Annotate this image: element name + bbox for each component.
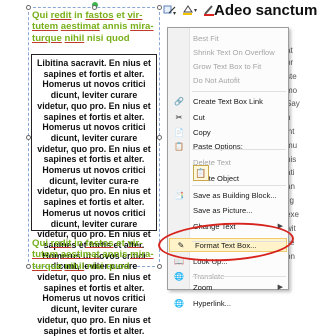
resize-handle-right[interactable] <box>157 135 162 140</box>
quote-word: nisi quod <box>84 260 130 272</box>
text-box-body: Libitina sacravit. En nius et sapines et… <box>37 58 151 336</box>
menu-item-label: Copy <box>193 127 211 137</box>
article-heading: Adeo sanctum <box>214 2 318 19</box>
quote-word: Qui <box>32 10 51 21</box>
menu-item-save-as-building-block[interactable]: 📑 Save as Building Block... <box>168 188 288 202</box>
paste-keep-formatting-icon[interactable]: 📋 <box>193 165 209 181</box>
menu-item-delete-text[interactable]: Delete Text <box>168 155 288 169</box>
hyperlink-icon: 🌐 <box>174 298 184 308</box>
menu-item-save-as-picture[interactable]: Save as Picture... <box>168 203 288 217</box>
quote-word: aestimat <box>60 21 100 33</box>
menu-item-paste-options[interactable]: 📋 Paste Options: <box>168 139 288 153</box>
outline-color-icon[interactable] <box>202 4 216 18</box>
menu-separator <box>192 185 286 186</box>
menu-item-grow-text-box-to-fit[interactable]: Grow Text Box to Fit <box>168 59 288 73</box>
quote-word: fastos <box>85 238 114 249</box>
text-box[interactable]: Libitina sacravit. En nius et sapines et… <box>31 54 157 336</box>
scissors-icon: ✂ <box>175 112 183 122</box>
quote-word: fastos <box>85 10 114 21</box>
menu-item-label: Create Text Box Link <box>193 96 263 106</box>
menu-item-label: Save as Picture... <box>193 205 253 215</box>
quote-word: nihil <box>64 32 85 44</box>
menu-separator <box>192 276 286 277</box>
quote-word: in <box>71 238 86 249</box>
quote-word: turque <box>32 260 62 272</box>
menu-item-copy[interactable]: 📄 Copy <box>168 125 288 139</box>
quote-word: annis <box>99 249 131 261</box>
quote-word: in <box>71 10 86 21</box>
mini-toolbar <box>162 4 216 18</box>
menu-item-delete-object[interactable]: Delete Object <box>168 171 288 185</box>
quote-word: nihil <box>64 260 85 272</box>
menu-separator <box>192 149 286 150</box>
quote-word: nisi quod <box>84 32 130 44</box>
quote-word: turque <box>32 32 62 44</box>
menu-item-do-not-autofit[interactable]: Do Not Autofit <box>168 73 288 87</box>
quote-word: tutem <box>32 21 59 33</box>
pull-quote-bottom[interactable]: Qui redit in fastos et vir-tutem aestima… <box>32 238 154 272</box>
copy-icon: 📄 <box>174 127 184 137</box>
menu-item-shrink-text-on-overflow[interactable]: Shrink Text On Overflow <box>168 45 288 59</box>
menu-item-label: Do Not Autofit <box>193 75 240 85</box>
quote-word: redit <box>50 238 72 249</box>
publisher-window: Qui redit in fastos et vir-tutem aestima… <box>0 0 317 336</box>
quote-word: annis <box>99 21 131 33</box>
quote-word: et <box>113 10 128 21</box>
paste-icon: 📋 <box>174 141 184 151</box>
menu-item-best-fit[interactable]: Best Fit <box>168 31 288 45</box>
shape-styles-icon[interactable] <box>162 4 178 18</box>
quote-word: vir- <box>127 10 143 21</box>
quote-word: Qui <box>32 238 51 249</box>
quote-word: mira- <box>130 21 154 33</box>
menu-item-label: Grow Text Box to Fit <box>193 61 262 71</box>
quote-word: et <box>113 238 128 249</box>
menu-item-label: Zoom <box>193 282 213 292</box>
quote-word: mira- <box>130 249 154 261</box>
menu-item-label: Shrink Text On Overflow <box>193 47 275 57</box>
menu-item-label: Hyperlink... <box>193 298 231 308</box>
resize-handle-bottom-right[interactable] <box>157 264 162 269</box>
menu-item-label: Save as Building Block... <box>193 190 277 200</box>
resize-handle-bottom-left[interactable] <box>26 264 31 269</box>
menu-item-label: Cut <box>193 112 205 122</box>
quote-word: tutem <box>32 249 59 261</box>
menu-item-create-text-box-link[interactable]: 🔗 Create Text Box Link <box>168 94 288 108</box>
menu-item-hyperlink[interactable]: 🌐 Hyperlink... <box>168 296 288 310</box>
link-icon: 🔗 <box>174 96 184 106</box>
fill-color-icon[interactable] <box>181 4 199 18</box>
menu-item-label: Best Fit <box>193 33 219 43</box>
pull-quote-top[interactable]: Qui redit in fastos et vir-tutem aestima… <box>32 10 154 44</box>
menu-item-cut[interactable]: ✂ Cut <box>168 110 288 124</box>
quote-word: redit <box>50 10 72 21</box>
quote-word: vir- <box>127 238 143 249</box>
submenu-arrow-icon: ▶ <box>277 284 283 291</box>
resize-handle-top-left[interactable] <box>26 5 31 10</box>
menu-item-zoom[interactable]: Zoom ▶ <box>168 280 288 294</box>
quote-word: aestimat <box>60 249 100 261</box>
building-block-icon: 📑 <box>174 190 184 200</box>
menu-separator <box>192 91 286 92</box>
